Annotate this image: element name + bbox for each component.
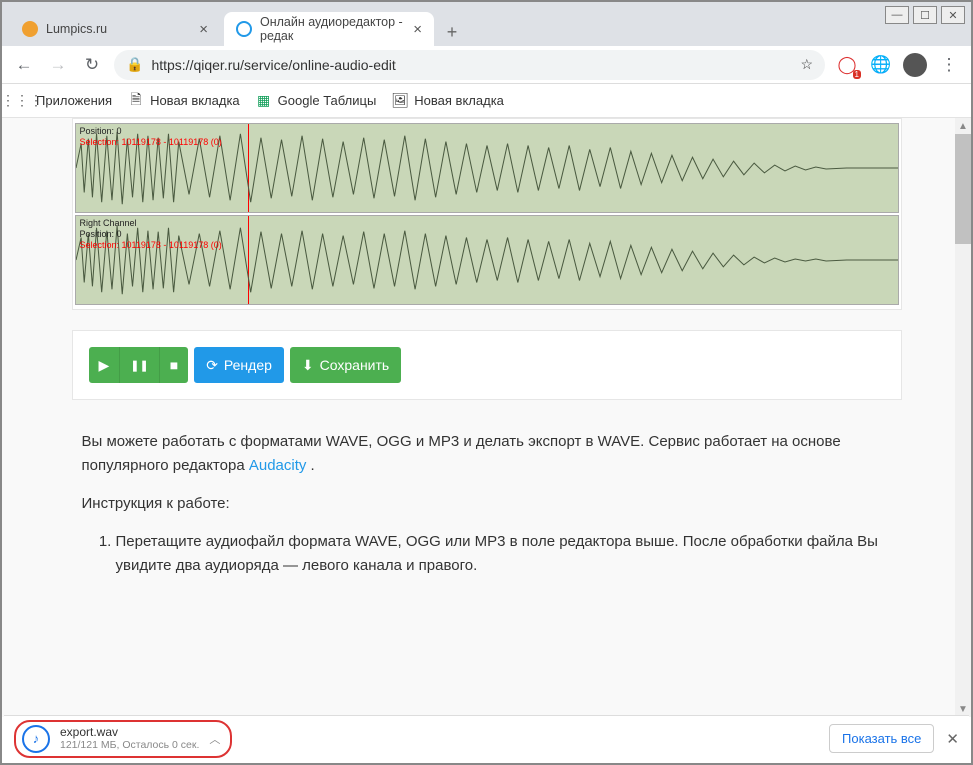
- waveform-right-channel[interactable]: Right Channel Position: 0 Selection: 101…: [75, 215, 899, 305]
- tab-title: Онлайн аудиоредактор - редак: [260, 15, 405, 43]
- star-icon[interactable]: ☆: [800, 56, 813, 73]
- bookmark-label: Новая вкладка: [150, 93, 240, 108]
- show-all-downloads-button[interactable]: Показать все: [829, 724, 934, 753]
- playback-group: ▶ ❚❚ ■: [89, 347, 189, 383]
- pause-icon: ❚❚: [130, 359, 148, 372]
- lock-icon: 🔒: [126, 56, 143, 73]
- download-status: 121/121 МБ, Осталось 0 сек.: [60, 739, 199, 752]
- sheets-icon: ▦: [256, 93, 272, 109]
- page-icon: 🗎: [128, 93, 144, 109]
- waveform-editor[interactable]: Position: 0 Selection: 10119178 - 101191…: [72, 118, 902, 310]
- paragraph-text: .: [306, 457, 314, 474]
- instruction-step: Перетащите аудиофайл формата WAVE, OGG и…: [116, 530, 892, 578]
- play-button[interactable]: ▶: [89, 347, 121, 383]
- translate-icon[interactable]: 🌐: [869, 53, 893, 77]
- wave-channel-label: Right Channel: [80, 218, 222, 229]
- download-filename: export.wav: [60, 725, 199, 739]
- favicon-qiqer: [236, 21, 252, 37]
- menu-button[interactable]: ⋮: [937, 53, 961, 77]
- download-icon: ⬇: [302, 357, 314, 374]
- paragraph-text: Вы можете работать с форматами WAVE, OGG…: [82, 433, 841, 474]
- back-button[interactable]: ←: [12, 53, 36, 77]
- picture-icon: 🖼: [392, 93, 408, 109]
- button-label: Сохранить: [320, 357, 390, 373]
- bookmark-newtab2[interactable]: 🖼 Новая вкладка: [392, 93, 504, 109]
- tab-qiqer[interactable]: Онлайн аудиоредактор - редак ×: [224, 12, 434, 46]
- bookmark-label: Приложения: [36, 93, 112, 108]
- extension-icon[interactable]: ◯ 1: [835, 53, 859, 77]
- window-minimize-button[interactable]: —: [885, 6, 909, 24]
- bookmark-label: Google Таблицы: [278, 93, 377, 108]
- scroll-thumb[interactable]: [955, 134, 971, 244]
- scroll-up-icon[interactable]: ▲: [955, 118, 971, 134]
- render-icon: ⟳: [206, 357, 218, 374]
- instructions-heading: Инструкция к работе:: [82, 492, 892, 516]
- reload-button[interactable]: ↻: [80, 53, 104, 77]
- tab-strip: Lumpics.ru × Онлайн аудиоредактор - реда…: [2, 2, 971, 46]
- window-close-button[interactable]: ✕: [941, 6, 965, 24]
- apps-shortcut[interactable]: ⋮⋮⋮ Приложения: [14, 93, 112, 109]
- stop-button[interactable]: ■: [160, 347, 188, 383]
- waveform-left-channel[interactable]: Position: 0 Selection: 10119178 - 101191…: [75, 123, 899, 213]
- description-text: Вы можете работать с форматами WAVE, OGG…: [72, 430, 902, 578]
- download-item[interactable]: ♪ export.wav 121/121 МБ, Осталось 0 сек.…: [14, 720, 232, 758]
- tab-lumpics[interactable]: Lumpics.ru ×: [10, 12, 220, 46]
- pause-button[interactable]: ❚❚: [120, 347, 159, 383]
- apps-icon: ⋮⋮⋮: [14, 93, 30, 109]
- tab-close-icon[interactable]: ×: [413, 21, 422, 38]
- render-button[interactable]: ⟳ Рендер: [194, 347, 284, 383]
- profile-avatar[interactable]: [903, 53, 927, 77]
- favicon-lumpics: [22, 21, 38, 37]
- file-audio-icon: ♪: [22, 725, 50, 753]
- bookmarks-bar: ⋮⋮⋮ Приложения 🗎 Новая вкладка ▦ Google …: [2, 84, 971, 118]
- address-bar[interactable]: 🔒 https://qiqer.ru/service/online-audio-…: [114, 50, 825, 80]
- button-label: Рендер: [224, 357, 272, 373]
- tab-close-icon[interactable]: ×: [199, 21, 208, 38]
- vertical-scrollbar[interactable]: ▲ ▼: [955, 118, 971, 717]
- audacity-link[interactable]: Audacity: [249, 457, 307, 474]
- tab-title: Lumpics.ru: [46, 22, 107, 36]
- new-tab-button[interactable]: +: [438, 18, 466, 46]
- wave-position-label: Position: 0: [80, 126, 222, 137]
- wave-selection-label: Selection: 10119178 - 10119178 (0): [80, 137, 222, 148]
- save-button[interactable]: ⬇ Сохранить: [290, 347, 401, 383]
- play-icon: ▶: [99, 357, 110, 374]
- wave-position-label: Position: 0: [80, 229, 222, 240]
- bookmark-newtab1[interactable]: 🗎 Новая вкладка: [128, 93, 240, 109]
- close-download-bar-button[interactable]: ✕: [946, 730, 959, 748]
- stop-icon: ■: [170, 357, 178, 373]
- forward-button[interactable]: →: [46, 53, 70, 77]
- url-text: https://qiqer.ru/service/online-audio-ed…: [151, 57, 792, 73]
- chevron-up-icon[interactable]: ︿: [209, 731, 220, 747]
- controls-panel: ▶ ❚❚ ■ ⟳ Рендер ⬇ Сохранить: [72, 330, 902, 400]
- bookmark-label: Новая вкладка: [414, 93, 504, 108]
- extension-badge: 1: [853, 70, 861, 79]
- wave-selection-label: Selection: 10119178 - 10119178 (0): [80, 240, 222, 251]
- download-bar: ♪ export.wav 121/121 МБ, Осталось 0 сек.…: [4, 715, 969, 761]
- window-maximize-button[interactable]: ☐: [913, 6, 937, 24]
- page-content: ▲ ▼ Position: 0 Selection: 10119178 - 10…: [2, 118, 971, 717]
- bookmark-sheets[interactable]: ▦ Google Таблицы: [256, 93, 377, 109]
- navigation-bar: ← → ↻ 🔒 https://qiqer.ru/service/online-…: [2, 46, 971, 84]
- window-controls: — ☐ ✕: [885, 6, 965, 24]
